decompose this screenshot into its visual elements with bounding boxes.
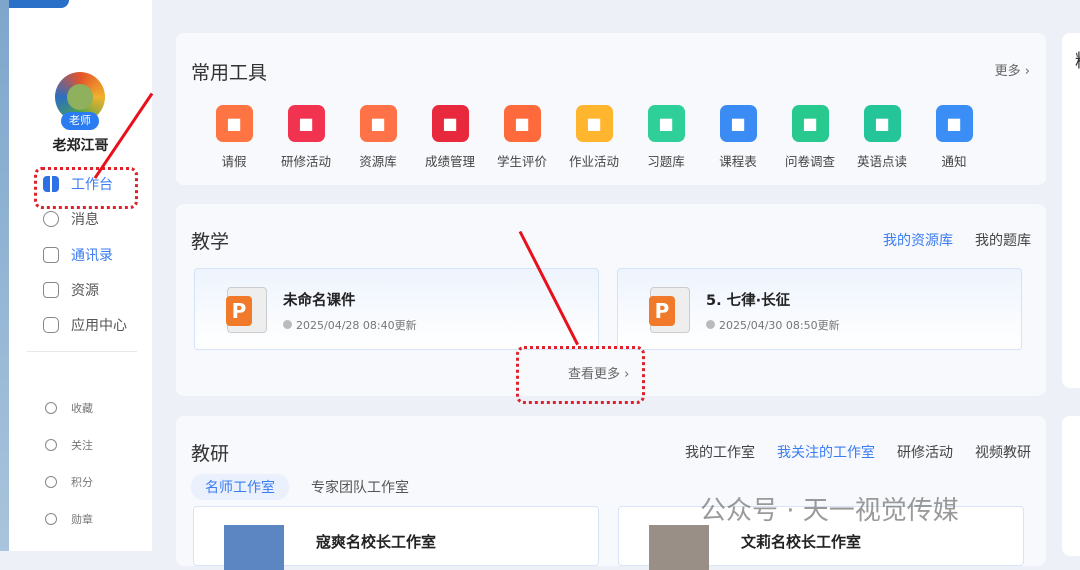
resource-card[interactable]: P 未命名课件 2025/04/28 08:40更新 xyxy=(194,268,599,350)
tab-my-studio[interactable]: 我的工作室 xyxy=(685,442,755,462)
tool-label: 学生评价 xyxy=(496,154,547,169)
tool-icon: ■ xyxy=(215,105,253,142)
tool-item[interactable]: ■ 学生评价 xyxy=(486,105,558,170)
tool-label: 英语点读 xyxy=(856,154,907,169)
tab-training-activities[interactable]: 研修活动 xyxy=(897,442,953,462)
resource-card[interactable]: P 5. 七律·长征 2025/04/30 08:50更新 xyxy=(617,268,1022,350)
sidebar-item-favorites[interactable]: 收藏 xyxy=(45,400,93,416)
tool-item[interactable]: ■ 习题库 xyxy=(630,105,702,170)
tool-label: 请假 xyxy=(221,154,247,169)
studio-photo xyxy=(649,525,709,570)
sidebar-item-messages[interactable]: 消息 xyxy=(43,209,99,229)
tool-grid: ■ 请假 ■ 研修活动 ■ 资源库 ■ 成绩管理 ■ 学生评价 ■ 作业活动 ■ 习题库 ■ 课程表 ■ 问卷调查… xyxy=(198,105,990,170)
label: 应用中心 xyxy=(71,318,127,334)
tool-item[interactable]: ■ 问卷调查 xyxy=(774,105,846,170)
tool-icon: ■ xyxy=(287,105,325,142)
tool-icon: ■ xyxy=(647,105,685,142)
studio-photo xyxy=(224,525,284,570)
sidebar-item-app-center[interactable]: 应用中心 xyxy=(43,315,127,335)
teaching-links: 我的资源库 我的题库 xyxy=(883,230,1031,250)
right-panel-title: 精 xyxy=(1075,47,1080,73)
medal-icon xyxy=(45,513,57,525)
heart-icon xyxy=(45,402,57,414)
studio-name: 寇爽名校长工作室 xyxy=(316,533,437,551)
tool-label: 研修活动 xyxy=(280,154,331,169)
tool-label: 通知 xyxy=(941,154,967,169)
label: 消息 xyxy=(71,212,99,228)
resource-date: 2025/04/28 08:40更新 xyxy=(283,317,417,333)
tool-label: 成绩管理 xyxy=(424,154,475,169)
tool-icon: ■ xyxy=(719,105,757,142)
sidebar-item-points[interactable]: 积分 xyxy=(45,474,93,490)
section-title: 教研 xyxy=(191,443,230,465)
ppt-file-icon: P xyxy=(649,287,690,333)
resource-name: 未命名课件 xyxy=(283,293,356,309)
label: 勋章 xyxy=(71,513,93,526)
tool-item[interactable]: ■ 成绩管理 xyxy=(414,105,486,170)
research-links: 我的工作室 我关注的工作室 研修活动 视频教研 xyxy=(685,442,1031,462)
follow-icon xyxy=(45,439,57,451)
studio-name: 文莉名校长工作室 xyxy=(741,533,862,551)
label: 关注 xyxy=(71,439,93,452)
right-panel-2 xyxy=(1062,416,1080,556)
tool-icon: ■ xyxy=(791,105,829,142)
label: 积分 xyxy=(71,476,93,489)
tool-icon: ■ xyxy=(935,105,973,142)
tab-video-research[interactable]: 视频教研 xyxy=(975,442,1031,462)
label: 通讯录 xyxy=(71,248,113,264)
tool-label: 课程表 xyxy=(719,154,757,169)
highlight-box xyxy=(34,167,138,209)
resource-date: 2025/04/30 08:50更新 xyxy=(706,317,840,333)
tool-item[interactable]: ■ 作业活动 xyxy=(558,105,630,170)
tool-item[interactable]: ■ 英语点读 xyxy=(846,105,918,170)
tool-item[interactable]: ■ 请假 xyxy=(198,105,270,170)
highlight-box xyxy=(516,346,645,404)
tab-famous-teacher-studio[interactable]: 名师工作室 xyxy=(191,474,289,500)
tool-label: 问卷调查 xyxy=(784,154,835,169)
tool-icon: ■ xyxy=(575,105,613,142)
label: 收藏 xyxy=(71,402,93,415)
sidebar-item-contacts[interactable]: 通讯录 xyxy=(43,245,113,265)
sidebar: 老师 老郑江哥 工作台 消息 通讯录 资源 应用中心 收藏 关注 积分 勋章 xyxy=(9,0,152,551)
section-title: 教学 xyxy=(191,231,230,253)
right-panel: 精 xyxy=(1062,33,1080,388)
tool-item[interactable]: ■ 研修活动 xyxy=(270,105,342,170)
watermark: 公众号 · 天一视觉传媒 xyxy=(700,496,959,526)
tool-icon: ■ xyxy=(431,105,469,142)
role-badge: 老师 xyxy=(61,112,99,130)
resource-name: 5. 七律·长征 xyxy=(706,293,791,309)
contacts-icon xyxy=(43,247,59,263)
app-center-icon xyxy=(43,317,59,333)
sidebar-item-resources[interactable]: 资源 xyxy=(43,280,99,300)
tab-followed-studios[interactable]: 我关注的工作室 xyxy=(777,442,875,462)
tools-card: 常用工具 更多 › ■ 请假 ■ 研修活动 ■ 资源库 ■ 成绩管理 ■ 学生评价 ■ 作业活动 ■ 习题… xyxy=(176,33,1046,185)
sidebar-item-medals[interactable]: 勋章 xyxy=(45,511,93,527)
divider xyxy=(27,351,137,352)
window-edge xyxy=(0,0,9,551)
tool-icon: ■ xyxy=(863,105,901,142)
tab-expert-team-studio[interactable]: 专家团队工作室 xyxy=(297,474,423,500)
studio-card[interactable]: 寇爽名校长工作室 xyxy=(193,506,599,570)
tool-label: 习题库 xyxy=(647,154,685,169)
points-icon xyxy=(45,476,57,488)
sidebar-item-follow[interactable]: 关注 xyxy=(45,437,93,453)
ppt-file-icon: P xyxy=(226,287,267,333)
tab-my-question-bank[interactable]: 我的题库 xyxy=(975,230,1031,250)
section-title: 常用工具 xyxy=(191,62,268,84)
logo xyxy=(9,0,69,8)
more-link[interactable]: 更多 › xyxy=(995,60,1030,79)
tool-item[interactable]: ■ 通知 xyxy=(918,105,990,170)
tool-icon: ■ xyxy=(503,105,541,142)
tool-label: 作业活动 xyxy=(568,154,619,169)
book-icon xyxy=(43,282,59,298)
user-name: 老郑江哥 xyxy=(52,138,109,154)
tool-item[interactable]: ■ 资源库 xyxy=(342,105,414,170)
tab-my-resources[interactable]: 我的资源库 xyxy=(883,230,953,250)
tool-label: 资源库 xyxy=(359,154,397,169)
label: 资源 xyxy=(71,283,99,299)
tool-item[interactable]: ■ 课程表 xyxy=(702,105,774,170)
message-icon xyxy=(43,211,59,227)
studio-tabs: 名师工作室 专家团队工作室 xyxy=(191,474,423,500)
tool-icon: ■ xyxy=(359,105,397,142)
